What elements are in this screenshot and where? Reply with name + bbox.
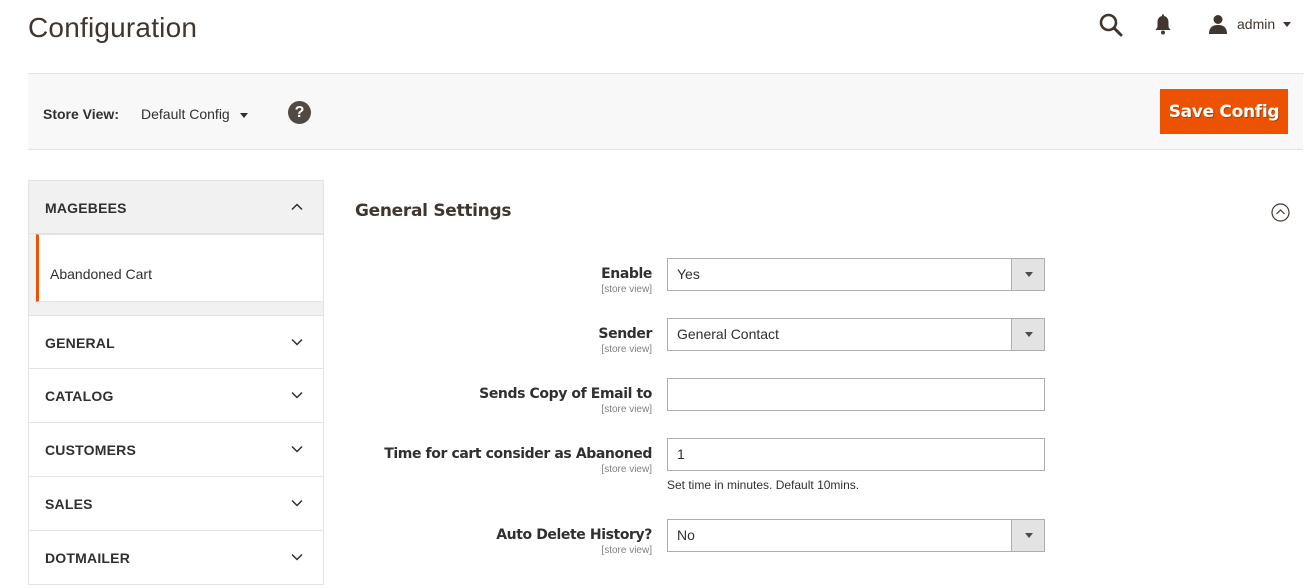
field-scope: [store view] (601, 545, 652, 556)
sidebar-section-label: DOTMAILER (45, 550, 131, 566)
field-scope: [store view] (601, 404, 652, 415)
sidebar-section-label: CATALOG (45, 388, 114, 404)
sidebar-section-general[interactable]: GENERAL (28, 315, 324, 369)
sidebar-section-dotmailer[interactable]: DOTMAILER (28, 531, 324, 585)
store-view-label: Store View: (43, 106, 119, 122)
field-label: Sends Copy of Email to (479, 386, 652, 402)
field-note: Set time in minutes. Default 10mins. (667, 478, 860, 492)
field-label: Enable (601, 266, 652, 282)
sidebar-section-items: Abandoned Cart (28, 234, 324, 315)
sidebar-section-label: SALES (45, 496, 93, 512)
store-view-value: Default Config (141, 106, 230, 122)
sidebar-section-sales[interactable]: SALES (28, 477, 324, 531)
caret-down-icon (1283, 22, 1292, 27)
section-title-general-settings[interactable]: General Settings (355, 201, 511, 221)
field-label: Sender (598, 326, 652, 342)
enable-select[interactable]: Yes (667, 258, 1045, 291)
sidebar-section-magebees[interactable]: MAGEBEES (28, 180, 324, 234)
dropdown-arrow-icon (1011, 319, 1044, 350)
user-name: admin (1237, 16, 1276, 32)
sidebar-section-customers[interactable]: CUSTOMERS (28, 423, 324, 477)
dropdown-arrow-icon (1011, 259, 1044, 290)
collapse-section-icon[interactable] (1271, 203, 1290, 222)
chevron-down-icon (291, 445, 303, 453)
abandon-time-input[interactable]: 1 (667, 438, 1045, 471)
caret-down-icon (239, 112, 248, 118)
user-icon (1209, 15, 1227, 34)
search-icon[interactable] (1098, 12, 1124, 38)
config-sidebar: MAGEBEES Abandoned Cart GENERAL CATALOG … (28, 180, 324, 585)
field-scope: [store view] (601, 284, 652, 295)
dropdown-arrow-icon (1011, 520, 1044, 551)
chevron-down-icon (291, 338, 303, 346)
page-title: Configuration (28, 12, 198, 43)
chevron-up-icon (291, 203, 303, 211)
sidebar-section-catalog[interactable]: CATALOG (28, 369, 324, 423)
chevron-down-icon (291, 499, 303, 507)
field-label: Auto Delete History? (496, 527, 652, 543)
sidebar-section-label: MAGEBEES (45, 200, 127, 216)
select-value: Yes (677, 266, 700, 282)
sender-select[interactable]: General Contact (667, 318, 1045, 351)
save-config-button[interactable]: Save Config (1160, 89, 1288, 134)
auto-delete-select[interactable]: No (667, 519, 1045, 552)
sidebar-item-abandoned-cart[interactable]: Abandoned Cart (36, 234, 323, 302)
sidebar-item-label: Abandoned Cart (50, 266, 152, 282)
chevron-down-icon (291, 553, 303, 561)
field-scope: [store view] (601, 464, 652, 475)
sidebar-section-label: GENERAL (45, 335, 115, 351)
field-scope: [store view] (601, 344, 652, 355)
bell-icon[interactable] (1154, 14, 1172, 36)
store-view-switcher[interactable]: Default Config (141, 106, 248, 122)
chevron-down-icon (291, 391, 303, 399)
page-actions-toolbar: Store View: Default Config ? Save Config (28, 73, 1303, 150)
help-icon[interactable]: ? (288, 101, 311, 124)
sidebar-section-label: CUSTOMERS (45, 442, 136, 458)
select-value: No (677, 527, 695, 543)
field-label: Time for cart consider as Abanoned (384, 446, 652, 462)
copy-email-input[interactable] (667, 378, 1045, 411)
user-menu[interactable]: admin (1208, 12, 1292, 36)
select-value: General Contact (677, 326, 779, 342)
